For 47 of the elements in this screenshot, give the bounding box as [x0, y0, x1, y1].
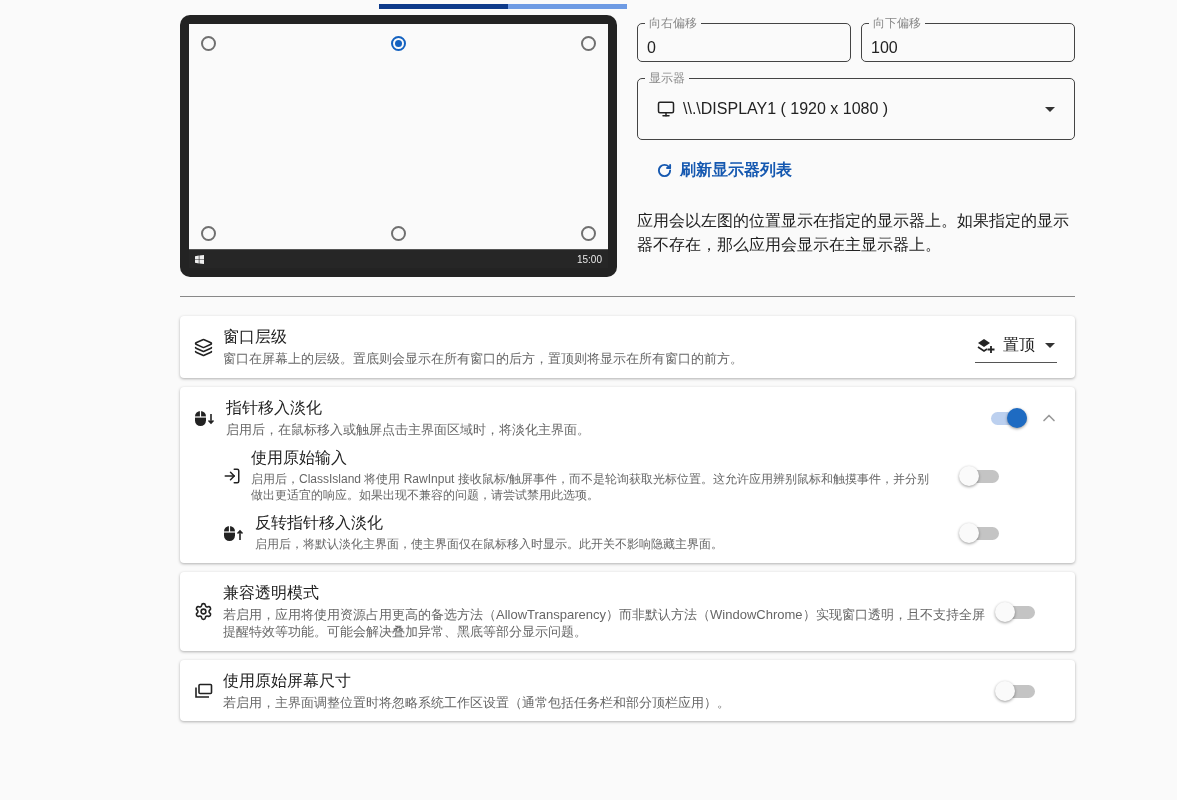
- setting-description: 启用后，ClassIsland 将使用 RawInput 接收鼠标/触屏事件，而不是轮询获取光标位置。这允许应用辨别鼠标和触摸事件，并分别做出更适宜的响应。如果出现不兼容的问题，请尝试禁用此选项。: [251, 471, 931, 504]
- mouse-down-arrow-icon: [194, 408, 216, 427]
- settings-icon: [194, 602, 213, 622]
- setting-description: 若启用，主界面调整位置时将忽略系统工作区设置（通常包括任务栏和部分顶栏应用）。: [223, 693, 731, 712]
- layer-dropdown[interactable]: 置顶: [975, 331, 1057, 364]
- layers-icon: [194, 337, 213, 357]
- offset-field[interactable]: 向下偏移 100: [861, 15, 1075, 62]
- enter-icon: [223, 466, 241, 485]
- position-radio[interactable]: [391, 36, 406, 51]
- setting-description: 启用后，在鼠标移入或触屏点击主界面区域时，将淡化主界面。: [226, 420, 591, 439]
- refresh-icon: [657, 163, 672, 178]
- mouse-up-arrow-icon: [223, 524, 245, 543]
- toggle-switch[interactable]: [959, 465, 999, 486]
- field-value: 0: [646, 37, 657, 57]
- info-text: 应用会以左图的位置显示在指定的显示器上。如果指定的显示器不存在，那么应用会显示在主显示器上。: [637, 211, 1070, 255]
- position-radio[interactable]: [581, 226, 596, 241]
- windows-logo-icon: [195, 254, 204, 264]
- setting-description: 窗口在屏幕上的层级。置底则会显示在所有窗口的后方，置顶则将显示在所有窗口的前方。: [223, 350, 744, 368]
- field-label: 向右偏移: [645, 16, 701, 30]
- setting-description: 启用后，将默认淡化主界面，使主界面仅在鼠标移入时显示。此开关不影响隐藏主界面。: [255, 536, 724, 553]
- field-label: 显示器: [645, 71, 689, 85]
- display-select[interactable]: 显示器 \\.\DISPLAY1 ( 1920 x 1080 ): [637, 70, 1075, 140]
- setting-title: 使用原始屏幕尺寸: [223, 670, 352, 691]
- setting-title: 兼容透明模式: [223, 582, 320, 603]
- caret-icon: [1045, 106, 1055, 112]
- layers-plus-icon: [977, 337, 995, 354]
- refresh-link[interactable]: 刷新显示器列表: [657, 160, 792, 181]
- windows-icon: [194, 683, 213, 699]
- setting-title: 使用原始输入: [251, 448, 348, 469]
- monitor-icon: [657, 100, 675, 118]
- position-radio[interactable]: [581, 36, 596, 51]
- caret-icon: [1045, 343, 1055, 349]
- toggle-switch[interactable]: [995, 601, 1035, 622]
- setting-title: 反转指针移入淡化: [255, 513, 384, 534]
- toggle-switch[interactable]: [959, 523, 999, 544]
- setting-description: 若启用，应用将使用资源占用更高的备选方法（AllowTransparency）而非默认方法（WindowChrome）实现窗口透明，且不支持全屏提醒特效等功能。可能会解决叠加异常、黑底等部分显示问题。: [223, 605, 985, 641]
- field-label: 向下偏移: [869, 16, 925, 30]
- position-radio[interactable]: [201, 226, 216, 241]
- setting-title: 指针移入淡化: [226, 397, 323, 418]
- field-value: 100: [870, 37, 899, 57]
- setting-title: 窗口层级: [223, 327, 288, 347]
- toggle-switch[interactable]: [995, 681, 1035, 701]
- display-value: \\.\DISPLAY1 ( 1920 x 1080 ): [683, 100, 889, 118]
- position-radio[interactable]: [391, 226, 406, 241]
- clock-text: 15:00: [576, 253, 602, 265]
- position-radio[interactable]: [201, 36, 216, 51]
- offset-field[interactable]: 向右偏移 0: [637, 15, 851, 62]
